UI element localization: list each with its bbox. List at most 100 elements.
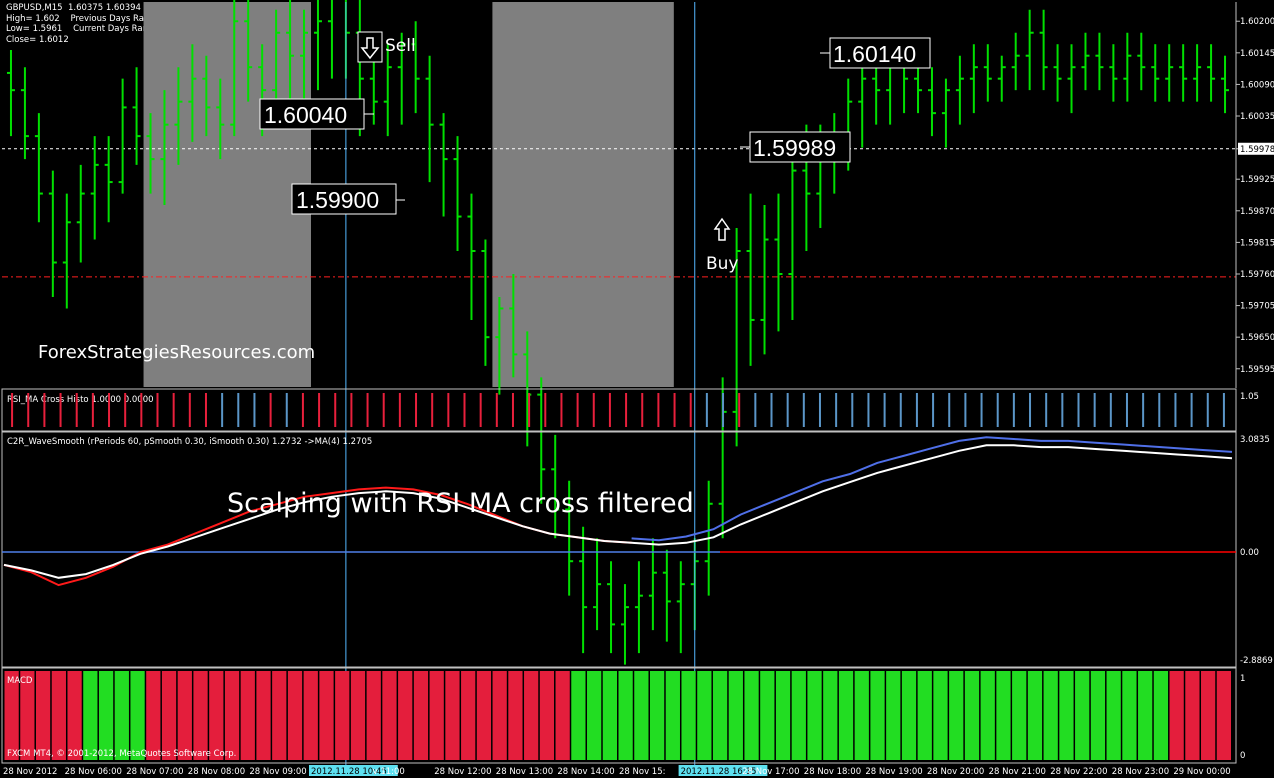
rsi-ma-cross-pane[interactable]: RSI_MA Cross Histo 1.0000 0.0000 1.05	[1, 388, 1259, 432]
time-tick-label: v 11:00	[373, 767, 405, 777]
macd-bar	[319, 671, 334, 760]
macd-bar	[177, 671, 192, 760]
price-tick-label: 1.59595	[1240, 365, 1274, 375]
macd-bar	[901, 671, 917, 760]
ohlc-bar	[1193, 44, 1202, 102]
ohlc-bar	[1109, 44, 1118, 102]
macd-bar	[602, 671, 617, 760]
macd-bar	[209, 671, 224, 760]
ohlc-bar	[1123, 32, 1132, 102]
macd-bar	[303, 671, 318, 760]
ohlc-bar	[1081, 32, 1090, 91]
ohlc-bar	[453, 136, 462, 252]
macd-bar	[1043, 671, 1058, 760]
ohlc-bar	[20, 67, 29, 160]
rsi-histogram	[11, 393, 1225, 427]
ohlc-bar	[425, 55, 434, 183]
macd-bar	[571, 671, 586, 760]
ohlc-bar	[62, 193, 71, 309]
price-tick-label: 1.60145	[1240, 49, 1274, 59]
ohlc-bar	[1207, 44, 1216, 102]
macd-bar	[256, 671, 271, 760]
macd-bar	[618, 671, 633, 760]
ohlc-bar	[1053, 44, 1062, 102]
macd-bar	[51, 671, 66, 760]
ohlc-bar	[467, 193, 476, 320]
chart-title: Scalping with RSI MA cross filtered	[227, 488, 694, 519]
ohlc-bar	[927, 67, 936, 137]
macd-bar	[67, 671, 82, 760]
macd-bar	[508, 671, 523, 760]
macd-bar	[1169, 671, 1184, 760]
price-tick-label: 1.60090	[1240, 80, 1274, 90]
ohlc-bar	[327, 0, 333, 79]
forex-chart[interactable]: Sell Buy 1.60040 1.59900 1.59989 1.60140	[0, 0, 1274, 778]
svg-text:1.60140: 1.60140	[833, 41, 916, 67]
ohlc-bar	[662, 549, 671, 642]
price-tick-label: 1.60035	[1240, 112, 1274, 122]
macd-bar	[728, 671, 743, 760]
macd-bar	[1012, 671, 1027, 760]
ohlc-bar	[634, 561, 643, 654]
ohlc-bar	[579, 526, 588, 654]
macd-bar	[382, 671, 397, 760]
macd-bar	[838, 671, 854, 760]
ohlc-bar	[34, 113, 43, 223]
wave-axis-tick: -2.8869	[1240, 656, 1273, 666]
macd-bar	[744, 671, 759, 760]
ohlc-bar	[551, 434, 560, 539]
time-tick-label: 28 Nov 20:00	[927, 767, 984, 777]
macd-bar	[1138, 671, 1153, 760]
time-tick-label: 28 Nov 22:00	[1050, 767, 1107, 777]
ohlc-bar	[607, 561, 616, 654]
watermark: ForexStrategiesResources.com	[38, 342, 315, 363]
time-tick-label: 28 Nov 23:00	[1112, 767, 1169, 777]
macd-bar	[98, 671, 114, 760]
macd-bar	[649, 671, 665, 760]
wave-indicator-label: C2R_WaveSmooth (rPeriods 60, pSmooth 0.3…	[7, 437, 372, 447]
macd-bar	[1106, 671, 1121, 760]
wave-axis-tick: 0.00	[1240, 548, 1259, 558]
time-tick-label: 28 Nov 09:00	[249, 767, 306, 777]
macd-pane[interactable]: MACD FXCM MT4, © 2001-2012, MetaQuotes S…	[1, 667, 1245, 764]
macd-bar	[193, 671, 208, 760]
macd-bar	[1075, 671, 1090, 760]
macd-bar	[1185, 671, 1200, 760]
price-tick-label: 1.59978	[1240, 145, 1274, 155]
price-tick-label: 1.59760	[1240, 270, 1274, 280]
macd-axis-tick: 0	[1240, 751, 1245, 761]
time-tick-label: 28 Nov 14:00	[557, 767, 614, 777]
macd-bar	[240, 671, 255, 760]
macd-bar	[775, 671, 791, 760]
ohlc-bar	[481, 239, 490, 366]
buy-signal: Buy	[706, 217, 739, 274]
macd-bar	[665, 671, 680, 760]
macd-bar	[476, 671, 492, 760]
macd-bar	[413, 671, 429, 760]
price-tick-label: 1.59870	[1240, 207, 1274, 217]
macd-axis-tick: 1	[1240, 674, 1245, 684]
ohlc-bar	[1137, 32, 1146, 91]
ohlc-bar	[537, 377, 546, 504]
macd-bar	[272, 671, 287, 760]
time-axis: 28 Nov 2012 28 Nov 06:00 28 Nov 07:00 28 No…	[3, 765, 1231, 777]
macd-bar	[1059, 671, 1074, 760]
ohlc-bar	[620, 584, 629, 665]
macd-bar	[1216, 671, 1231, 760]
ohlc-bar	[760, 205, 769, 355]
svg-text:1.59900: 1.59900	[296, 187, 379, 213]
macd-bar	[146, 671, 161, 760]
macd-bar	[461, 671, 476, 760]
wave-smooth-pane[interactable]: C2R_WaveSmooth (rPeriods 60, pSmooth 0.3…	[1, 431, 1273, 668]
rsi-axis-tick: 1.05	[1240, 392, 1259, 402]
macd-bar	[760, 671, 775, 760]
ohlc-bar	[1067, 44, 1076, 114]
ohlc-bar	[676, 561, 685, 654]
price-pane[interactable]: Sell Buy 1.60040 1.59900 1.59989 1.60140	[2, 0, 1236, 768]
price-tick-label: 1.59705	[1240, 302, 1274, 312]
macd-bar	[980, 671, 995, 760]
macd-bar	[398, 671, 413, 760]
ohlc-bar	[746, 193, 755, 366]
ohlc-bar	[969, 44, 978, 114]
time-tick-label: 28 Nov 12:00	[434, 767, 491, 777]
